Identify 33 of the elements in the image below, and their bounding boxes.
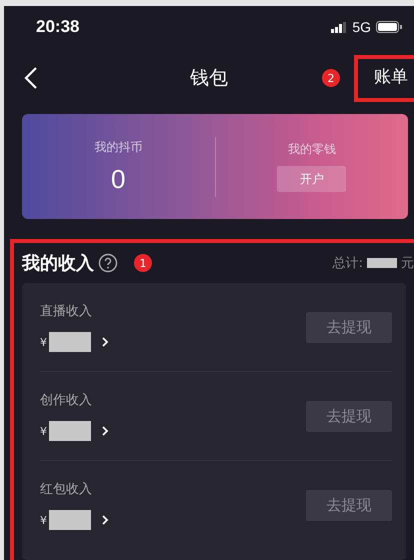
total-unit: 元 bbox=[401, 255, 414, 272]
income-label: 创作收入 bbox=[40, 392, 93, 409]
annotation-badge: 2 bbox=[322, 69, 340, 87]
help-icon[interactable] bbox=[98, 253, 118, 273]
chevron-right-icon[interactable] bbox=[101, 514, 109, 526]
redacted-block bbox=[49, 421, 91, 441]
battery-icon bbox=[376, 21, 402, 33]
redacted-block bbox=[49, 510, 91, 530]
change-label: 我的零钱 bbox=[288, 141, 336, 158]
bills-button[interactable]: 账单 bbox=[354, 54, 414, 102]
redacted-block bbox=[367, 258, 397, 268]
withdraw-button[interactable]: 去提现 bbox=[306, 400, 392, 432]
income-label: 红包收入 bbox=[40, 481, 93, 498]
total-label: 总计: bbox=[332, 255, 363, 272]
coins-value: 0 bbox=[111, 164, 126, 194]
coins-label: 我的抖币 bbox=[94, 138, 142, 156]
income-label: 直播收入 bbox=[40, 303, 93, 320]
back-icon[interactable] bbox=[24, 66, 38, 90]
currency-symbol: ¥ bbox=[40, 514, 47, 526]
redacted-block bbox=[49, 332, 91, 352]
network-label: 5G bbox=[352, 19, 371, 35]
annotation-badge: 1 bbox=[134, 254, 152, 272]
status-time: 20:38 bbox=[36, 17, 80, 37]
income-title: 我的收入 bbox=[22, 252, 94, 275]
signal-icon bbox=[331, 22, 348, 32]
chevron-right-icon[interactable] bbox=[101, 336, 109, 348]
currency-symbol: ¥ bbox=[40, 336, 47, 348]
withdraw-button[interactable]: 去提现 bbox=[306, 490, 392, 520]
withdraw-button[interactable]: 去提现 bbox=[306, 312, 392, 342]
chevron-right-icon[interactable] bbox=[101, 425, 109, 437]
page-title: 钱包 bbox=[190, 66, 228, 91]
open-account-button[interactable]: 开户 bbox=[277, 166, 346, 192]
currency-symbol: ¥ bbox=[40, 424, 47, 438]
